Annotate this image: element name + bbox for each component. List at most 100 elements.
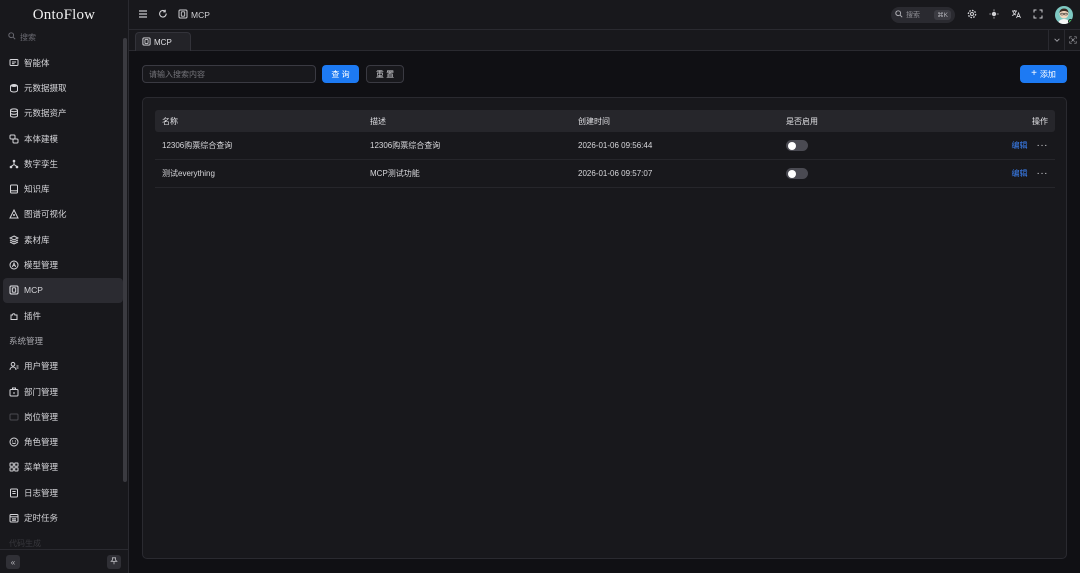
tabs-actions: [1048, 30, 1080, 51]
sidebar-item-departments[interactable]: 部门管理: [3, 379, 123, 404]
sidebar-footer: «: [0, 549, 128, 573]
mcp-icon: [178, 9, 188, 21]
collapse-sidebar-button[interactable]: «: [6, 555, 20, 569]
global-search-label: 搜索: [906, 12, 920, 19]
sidebar-item-agent[interactable]: 智能体: [3, 50, 123, 75]
sidebar-item-label: 岗位管理: [24, 411, 59, 422]
tabs-bar: MCP: [129, 30, 1080, 51]
cell-created-time: 2026-01-06 09:56:44: [578, 141, 653, 150]
sidebar-item-faded[interactable]: 代码生成: [3, 538, 123, 548]
table-card: 名称 描述 创建时间 是否启用 操作 12306购票综合查询 12306购票综合…: [142, 97, 1067, 559]
fullscreen-icon[interactable]: [1033, 9, 1043, 21]
reset-button[interactable]: 重 置: [366, 65, 404, 83]
sidebar-item-label: 素材库: [24, 234, 50, 245]
role-icon: [9, 437, 19, 447]
sidebar-item-knowledge-base[interactable]: 知识库: [3, 176, 123, 201]
cell-enabled: [779, 140, 929, 151]
settings-gear-icon[interactable]: [967, 9, 977, 21]
sidebar-search[interactable]: 搜索: [8, 31, 36, 43]
online-status-dot: [1068, 19, 1073, 24]
search-icon: [895, 10, 903, 20]
sidebar-item-positions[interactable]: 岗位管理: [3, 404, 123, 429]
search-shortcut: ⌘K: [934, 10, 951, 20]
menu-toggle-icon[interactable]: [138, 9, 148, 21]
tabs-dropdown-button[interactable]: [1048, 30, 1064, 51]
sidebar-item-assets-library[interactable]: 素材库: [3, 227, 123, 252]
header-actions-label: 操作: [1032, 116, 1048, 126]
breadcrumb-label: MCP: [191, 10, 210, 20]
sidebar-item-label: 插件: [24, 310, 42, 321]
sidebar-item-roles[interactable]: 角色管理: [3, 429, 123, 454]
plugin-icon: [9, 311, 19, 321]
sidebar-item-users[interactable]: 用户管理: [3, 354, 123, 379]
sidebar-item-label: 图谱可视化: [24, 209, 67, 220]
theme-sun-icon[interactable]: [989, 9, 999, 21]
more-actions-icon[interactable]: ···: [1037, 168, 1049, 178]
global-search-button[interactable]: 搜索 ⌘K: [891, 7, 955, 23]
query-button-label: 查 询: [331, 69, 350, 79]
sidebar-item-label: 菜单管理: [24, 462, 59, 473]
reset-button-label: 重 置: [375, 69, 395, 79]
sidebar-item-label: 日志管理: [24, 487, 59, 498]
more-actions-icon[interactable]: ···: [1037, 140, 1049, 150]
table-header: 名称 描述 创建时间 是否启用 操作: [155, 110, 1055, 132]
sidebar-item-model-management[interactable]: 模型管理: [3, 252, 123, 277]
database-import-icon: [9, 83, 19, 93]
sidebar-group-system[interactable]: 系统管理: [3, 328, 123, 353]
database-icon: [9, 108, 19, 118]
mcp-icon: [9, 285, 19, 295]
cell-description: 12306购票综合查询: [370, 141, 441, 150]
header-enabled: 是否启用: [786, 116, 818, 126]
users-icon: [9, 361, 19, 371]
chevron-down-icon: [1053, 36, 1061, 46]
sidebar-item-metadata-ingest[interactable]: 元数据摄取: [3, 75, 123, 100]
double-chevron-left-icon: «: [10, 557, 16, 567]
sidebar-item-label: 元数据摄取: [24, 82, 67, 93]
sidebar-item-ontology[interactable]: 本体建模: [3, 126, 123, 151]
sidebar-item-label: 数字孪生: [24, 158, 59, 169]
header-description: 描述: [370, 116, 386, 126]
chat-box-icon: [9, 58, 19, 68]
expand-icon: [1068, 35, 1077, 46]
translate-icon[interactable]: [1011, 9, 1021, 21]
mcp-table: 名称 描述 创建时间 是否启用 操作 12306购票综合查询 12306购票综合…: [155, 110, 1055, 188]
header-actions: 操作: [929, 116, 1055, 127]
sidebar-item-label: MCP: [24, 285, 43, 296]
refresh-icon[interactable]: [158, 9, 168, 21]
sidebar-item-scheduled-tasks[interactable]: 定时任务: [3, 505, 123, 530]
sidebar-item-label: 角色管理: [24, 437, 59, 448]
layers-icon: [9, 235, 19, 245]
sidebar-item-label: 部门管理: [24, 386, 59, 397]
tabs-maximize-button[interactable]: [1064, 30, 1080, 51]
pin-sidebar-button[interactable]: [107, 555, 121, 569]
tab-mcp[interactable]: MCP: [135, 32, 191, 51]
enabled-toggle[interactable]: [786, 140, 808, 151]
sidebar-menu: 智能体 元数据摄取 元数据资产 本体建模 数字孪生 知识库 图谱可视化 素材库 …: [3, 50, 123, 531]
sidebar-item-label: 本体建模: [24, 133, 59, 144]
sidebar-item-graph-visual[interactable]: 图谱可视化: [3, 202, 123, 227]
sidebar-item-logs[interactable]: 日志管理: [3, 480, 123, 505]
sidebar-item-plugin[interactable]: 插件: [3, 303, 123, 328]
sidebar-group-label: 系统管理: [9, 335, 44, 346]
plus-icon: +: [1031, 68, 1037, 79]
graph-icon: [9, 209, 19, 219]
search-input[interactable]: 请输入搜索内容: [142, 65, 316, 83]
sidebar-item-mcp[interactable]: MCP: [3, 277, 123, 303]
edit-link[interactable]: 编辑: [1012, 140, 1028, 151]
sidebar-item-label: 定时任务: [24, 512, 59, 523]
cell-actions: 编辑 ···: [929, 168, 1055, 179]
table-row: 12306购票综合查询 12306购票综合查询 2026-01-06 09:56…: [155, 132, 1055, 160]
breadcrumb[interactable]: MCP: [178, 9, 210, 21]
avatar[interactable]: [1055, 6, 1073, 24]
sidebar-item-digital-twin[interactable]: 数字孪生: [3, 151, 123, 176]
enabled-toggle[interactable]: [786, 168, 808, 179]
app-logo[interactable]: OntoFlow: [0, 0, 128, 30]
sidebar-scrollbar[interactable]: [123, 38, 127, 482]
add-button[interactable]: + 添加: [1020, 65, 1067, 83]
sidebar-item-label: 模型管理: [24, 260, 59, 271]
query-button[interactable]: 查 询: [322, 65, 359, 83]
sidebar-item-metadata-assets[interactable]: 元数据资产: [3, 101, 123, 126]
table-row: 测试everything MCP测试功能 2026-01-06 09:57:07…: [155, 160, 1055, 188]
sidebar-item-menus[interactable]: 菜单管理: [3, 455, 123, 480]
edit-link[interactable]: 编辑: [1012, 168, 1028, 179]
